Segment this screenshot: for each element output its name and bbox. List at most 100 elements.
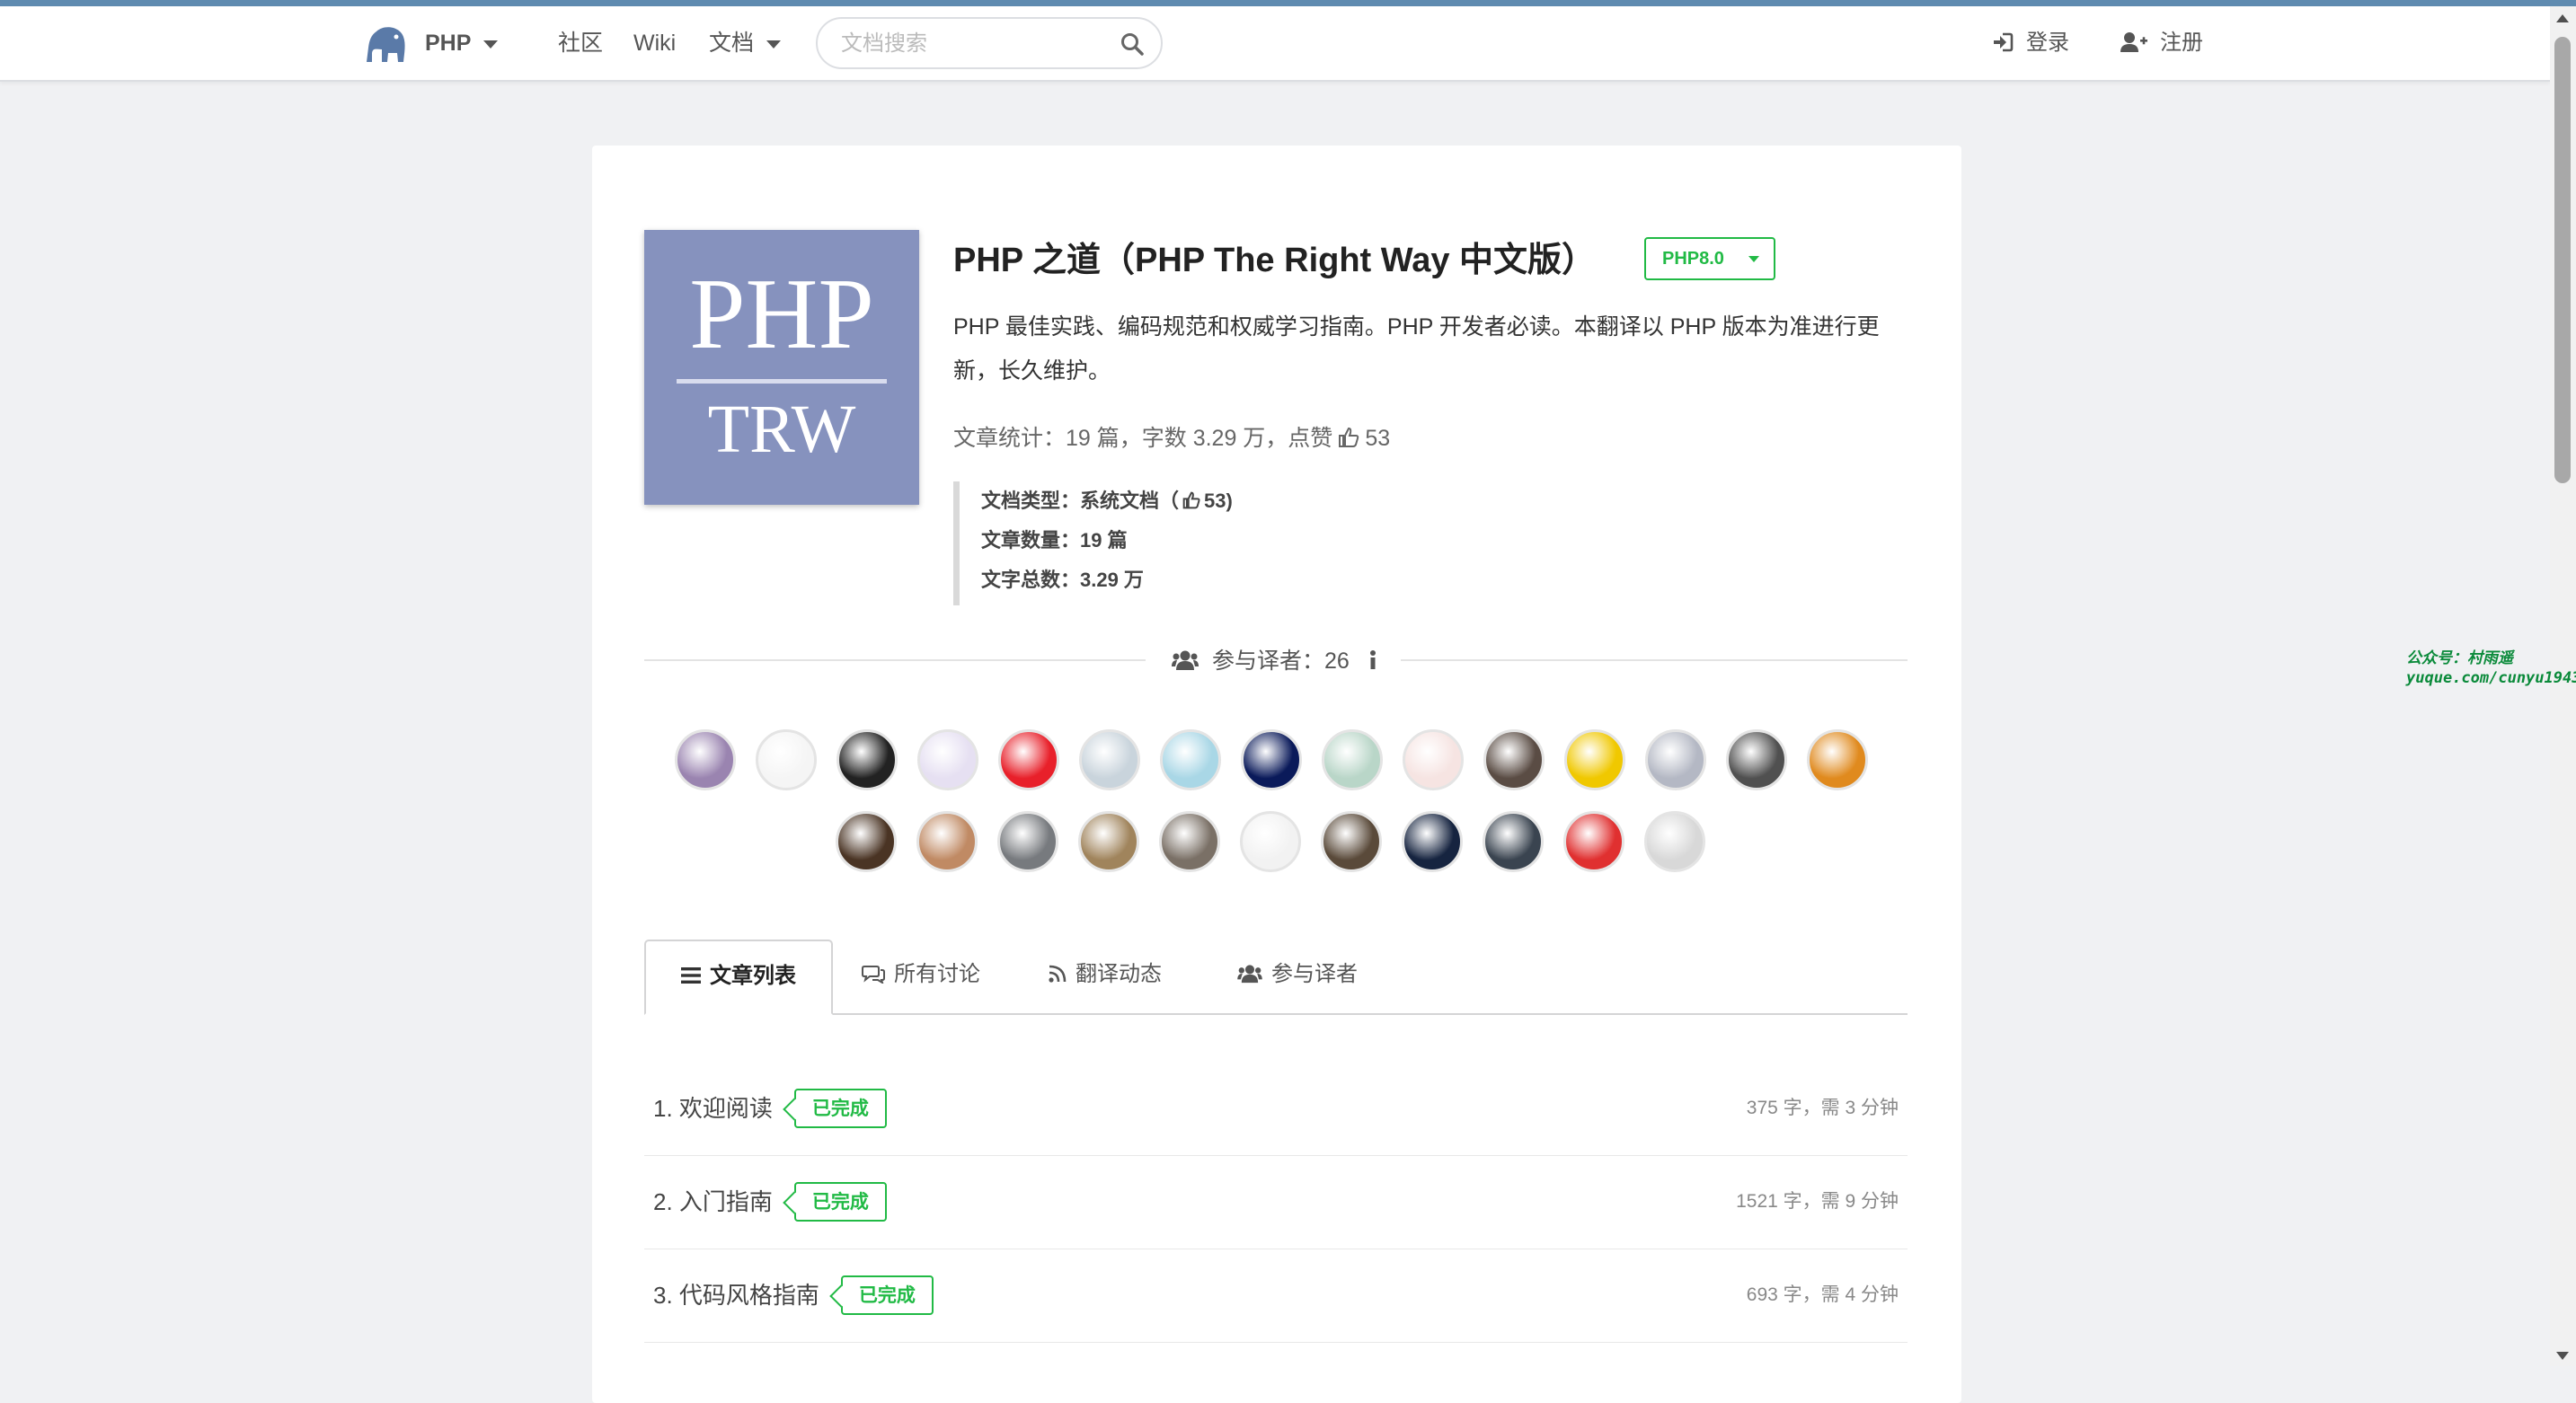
nav-link-community[interactable]: 社区	[558, 6, 603, 80]
search-icon[interactable]	[1120, 31, 1145, 57]
contributor-avatar[interactable]	[675, 729, 736, 790]
contributor-avatar[interactable]	[1240, 811, 1301, 872]
article-title[interactable]: 2. 入门指南	[653, 1188, 773, 1215]
stats-text: 文章统计：19 篇，字数 3.29 万，点赞	[953, 426, 1333, 451]
content-tabs: 文章列表 所有讨论 翻译动态 参与译者	[644, 940, 1908, 1015]
contributor-avatar[interactable]	[1241, 729, 1302, 790]
book-meta-block: 文档类型：系统文档（ 53) 文章数量：19 篇 文字总数：3.29 万	[953, 481, 1319, 605]
elephant-logo-icon[interactable]	[364, 22, 409, 66]
status-badge: 已完成	[793, 1182, 887, 1222]
contributor-avatar[interactable]	[1321, 811, 1382, 872]
book-title: PHP 之道（PHP The Right Way 中文版）	[953, 242, 1597, 279]
status-badge: 已完成	[793, 1089, 887, 1129]
contributor-avatar[interactable]	[916, 811, 978, 872]
scrollbar-thumb[interactable]	[2554, 37, 2571, 483]
article-title-wrap: 3. 代码风格指南 已完成	[653, 1249, 934, 1342]
divider-left	[644, 659, 1146, 661]
article-title[interactable]: 1. 欢迎阅读	[653, 1095, 773, 1122]
top-accent-stripe	[0, 0, 2576, 6]
cover-rule	[677, 379, 887, 384]
doc-search-box	[816, 17, 1163, 69]
nav-docs-menu[interactable]: 文档	[709, 6, 782, 80]
chevron-down-icon	[483, 40, 499, 49]
article-row[interactable]: 2. 入门指南 已完成 1521 字，需 9 分钟	[644, 1155, 1908, 1249]
contributor-avatar[interactable]	[1644, 811, 1705, 872]
contributor-avatar[interactable]	[1078, 811, 1139, 872]
contributor-avatar[interactable]	[1322, 729, 1383, 790]
watermark-line: yuque.com/cunyu1943	[2406, 669, 2576, 687]
contributor-avatar[interactable]	[1079, 729, 1140, 790]
status-badge: 已完成	[840, 1275, 934, 1316]
contributor-avatar[interactable]	[997, 811, 1058, 872]
watermark-line: 公众号：村雨遥	[2406, 649, 2513, 667]
users-icon	[1172, 650, 1199, 671]
article-title[interactable]: 3. 代码风格指南	[653, 1282, 819, 1309]
tab-translation-activity[interactable]: 翻译动态	[1049, 940, 1162, 1011]
meta-doc-type: 文档类型：系统文档（ 53)	[981, 485, 1233, 514]
likes-count: 53	[1365, 426, 1391, 451]
contributor-avatar[interactable]	[1483, 811, 1544, 872]
contributor-avatar[interactable]	[836, 811, 897, 872]
tab-article-list[interactable]: 文章列表	[644, 940, 833, 1015]
divider-right	[1401, 659, 1908, 661]
tab-translators[interactable]: 参与译者	[1237, 940, 1358, 1011]
tab-label: 所有讨论	[894, 962, 980, 986]
contributor-avatar[interactable]	[1645, 729, 1706, 790]
book-stats: 文章统计：19 篇，字数 3.29 万，点赞 53	[953, 420, 1390, 453]
contributor-avatar[interactable]	[1807, 729, 1868, 790]
scroll-down-arrow-icon[interactable]	[2556, 1352, 2569, 1360]
book-cover-image[interactable]: PHP TRW	[644, 230, 919, 505]
tab-discussions[interactable]: 所有讨论	[862, 940, 980, 1011]
contributor-avatar[interactable]	[756, 729, 817, 790]
article-title-wrap: 2. 入门指南 已完成	[653, 1155, 887, 1249]
nav-brand-menu[interactable]: PHP	[425, 6, 499, 80]
rss-icon	[1049, 965, 1067, 983]
login-link[interactable]: 登录	[1992, 6, 2069, 80]
info-icon[interactable]	[1367, 649, 1379, 671]
scroll-up-arrow-icon[interactable]	[2556, 14, 2569, 22]
comments-icon	[862, 965, 885, 984]
article-row[interactable]: 3. 代码风格指南 已完成 693 字，需 4 分钟	[644, 1249, 1908, 1343]
cover-title: PHP	[689, 259, 874, 370]
tab-label: 翻译动态	[1076, 962, 1162, 986]
nav-link-wiki[interactable]: Wiki	[633, 6, 676, 80]
contributor-avatar[interactable]	[1483, 729, 1545, 790]
version-dropdown[interactable]: PHP8.0	[1644, 237, 1775, 280]
contributors-count: 参与译者：26	[1211, 649, 1350, 674]
contributor-avatar[interactable]	[1564, 729, 1625, 790]
login-label: 登录	[2026, 31, 2069, 55]
tab-label: 参与译者	[1271, 962, 1358, 986]
meta-word-count: 文字总数：3.29 万	[981, 569, 1144, 591]
thumbs-up-icon	[1339, 427, 1359, 447]
contributor-avatar[interactable]	[917, 729, 978, 790]
contributor-avatar[interactable]	[837, 729, 898, 790]
article-meta: 693 字，需 4 分钟	[1746, 1284, 1899, 1305]
contributor-avatar[interactable]	[1160, 729, 1221, 790]
list-icon	[681, 966, 701, 984]
book-card: PHP TRW PHP 之道（PHP The Right Way 中文版） PH…	[592, 146, 1961, 1403]
contributor-avatar[interactable]	[998, 729, 1059, 790]
sign-in-icon	[1994, 32, 2014, 51]
contributor-avatar[interactable]	[1563, 811, 1624, 872]
users-icon	[1237, 965, 1262, 983]
watermark: 公众号：村雨遥 yuque.com/cunyu1943	[2406, 649, 2576, 688]
article-row[interactable]: 1. 欢迎阅读 已完成 375 字，需 3 分钟	[644, 1062, 1908, 1156]
contributors-heading: 参与译者：26	[1172, 643, 1379, 675]
doc-search-input[interactable]	[839, 28, 1112, 60]
version-label: PHP8.0	[1662, 249, 1724, 269]
contributor-avatar[interactable]	[1159, 811, 1220, 872]
top-navbar: PHP 社区 Wiki 文档 登录 注册	[0, 6, 2550, 82]
meta-doc-type-text: 文档类型：系统文档（	[981, 490, 1180, 512]
meta-article-count: 文章数量：19 篇	[981, 529, 1128, 551]
article-meta: 375 字，需 3 分钟	[1746, 1098, 1899, 1118]
nav-brand-label: PHP	[425, 31, 472, 56]
chevron-down-icon	[766, 40, 782, 49]
user-plus-icon	[2120, 31, 2147, 52]
contributor-avatar[interactable]	[1403, 729, 1464, 790]
register-link[interactable]: 注册	[2120, 6, 2203, 80]
meta-doc-type-likes: 53)	[1204, 490, 1233, 512]
thumbs-up-icon	[1182, 491, 1200, 509]
contributor-avatar[interactable]	[1726, 729, 1787, 790]
cover-subtitle: TRW	[707, 392, 856, 467]
contributor-avatar[interactable]	[1402, 811, 1463, 872]
